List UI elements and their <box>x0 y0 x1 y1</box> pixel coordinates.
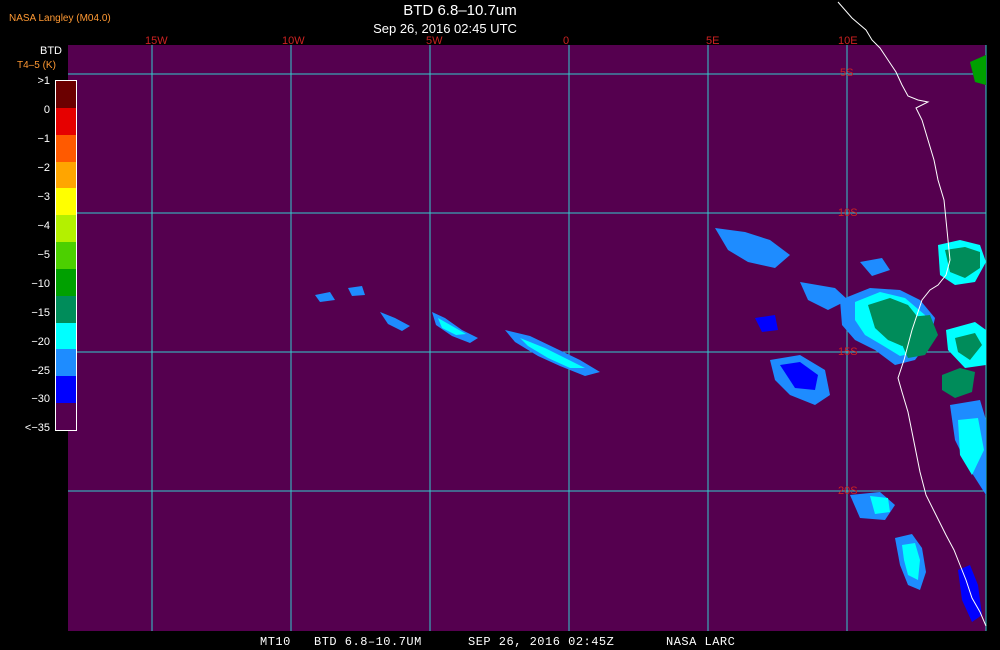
legend-swatch <box>56 134 76 163</box>
legend-tick-label: −20 <box>31 335 50 348</box>
legend-tick-label: −30 <box>31 393 50 406</box>
legend-swatch <box>56 376 76 404</box>
legend-swatch <box>56 403 76 431</box>
legend-tick-label: −15 <box>31 306 50 319</box>
footer-datetime: SEP 26, 2016 02:45Z <box>468 635 615 649</box>
legend-swatch <box>56 81 76 109</box>
lon-label-5e: 5E <box>706 35 720 47</box>
legend-unit: T4–5 (K) <box>17 60 56 71</box>
legend-swatch <box>56 242 76 270</box>
legend-swatch <box>56 107 76 136</box>
legend-tick-label: −10 <box>31 277 50 290</box>
map-datetime: Sep 26, 2016 02:45 UTC <box>373 21 517 36</box>
legend-swatch <box>56 215 76 243</box>
legend-tick-label: −2 <box>37 161 50 174</box>
map-canvas <box>68 1 987 631</box>
lat-label-20s: 20S <box>838 485 858 497</box>
legend-swatch <box>56 188 76 216</box>
legend-tick-label: −25 <box>31 364 50 377</box>
map-title: BTD 6.8–10.7um <box>403 2 517 19</box>
legend-tick-label: >1 <box>37 75 50 87</box>
legend-swatch <box>56 295 76 324</box>
satellite-map: NASA Langley (M04.0) BTD 6.8–10.7um Sep … <box>0 0 1000 650</box>
footer-product: BTD 6.8–10.7UM <box>314 635 422 649</box>
footer-agency: NASA LARC <box>666 635 736 649</box>
legend-tick-label: 0 <box>43 103 50 116</box>
legend-title: BTD <box>40 45 62 57</box>
lon-label-10e: 10E <box>838 35 858 47</box>
lon-label-5w: 5W <box>426 35 443 47</box>
legend-swatch <box>56 322 76 350</box>
legend-tick-label: −3 <box>37 190 50 203</box>
lat-label-15s: 15S <box>838 346 858 358</box>
footer-bar: MT10 BTD 6.8–10.7UM SEP 26, 2016 02:45Z … <box>0 634 1000 650</box>
credit-label: NASA Langley (M04.0) <box>9 13 111 24</box>
lon-label-0: 0 <box>563 35 570 47</box>
legend-tick-label: −5 <box>37 248 50 261</box>
lat-label-5s: 5S <box>840 67 854 79</box>
lon-label-10w: 10W <box>282 35 305 47</box>
legend-swatch <box>56 349 76 377</box>
legend-tick-label: <−35 <box>24 422 50 435</box>
legend-swatch <box>56 161 76 189</box>
lat-label-10s: 10S <box>838 207 858 219</box>
legend-swatch <box>56 268 76 297</box>
lon-label-15w: 15W <box>145 35 168 47</box>
legend-tick-label: −4 <box>37 219 50 232</box>
color-legend <box>55 80 77 431</box>
footer-satellite: MT10 <box>260 635 291 649</box>
legend-tick-label: −1 <box>37 132 50 145</box>
